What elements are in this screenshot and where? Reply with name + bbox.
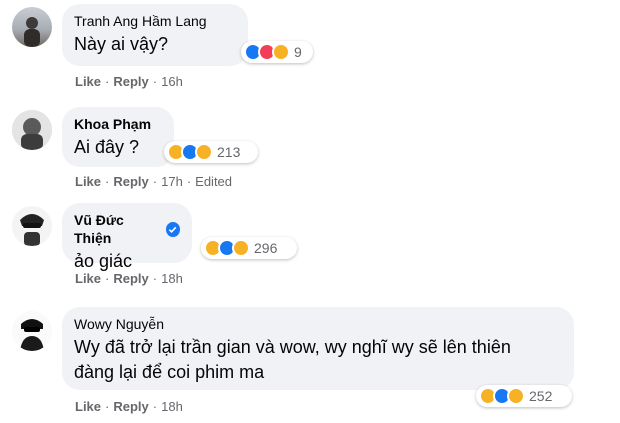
separator: · [152,271,158,286]
comment-actions: Like · Reply · 18h [75,271,183,287]
comment-text: Ai đây ? [74,137,140,157]
avatar-photo-icon [12,110,52,150]
sad-reaction-icon [195,143,213,161]
comment-actions: Like · Reply · 16h [75,74,183,90]
separator: · [105,271,110,286]
reaction-summary[interactable]: 252 [476,385,572,407]
reaction-count: 252 [529,388,553,404]
like-button[interactable]: Like [75,174,101,190]
comment-author[interactable]: Khoa Phạm [74,115,162,133]
like-button[interactable]: Like [75,74,101,90]
comment-time[interactable]: 17h [161,174,183,190]
avatar[interactable] [12,206,52,246]
like-button[interactable]: Like [75,399,101,415]
sad-reaction-icon [507,387,525,405]
reaction-count: 296 [254,240,278,256]
separator: · [152,74,158,89]
separator: · [152,399,158,414]
author-name[interactable]: Wowy Nguyễn [74,315,164,333]
sad-reaction-icon [232,239,250,257]
comment-actions: Like · Reply · 18h [75,399,183,415]
reaction-summary[interactable]: 296 [201,237,297,259]
comment-bubble: Wowy Nguyễn Wy đã trở lại trần gian và w… [62,307,574,390]
reaction-summary[interactable]: 9 [241,41,313,63]
reply-button[interactable]: Reply [113,74,148,90]
like-button[interactable]: Like [75,271,101,287]
author-name[interactable]: Khoa Phạm [74,115,151,133]
separator: · [186,174,192,189]
reaction-count: 213 [217,144,241,160]
reply-button[interactable]: Reply [113,399,148,415]
comment-time[interactable]: 18h [161,399,183,415]
avatar[interactable] [12,311,52,351]
reaction-count: 9 [294,44,302,60]
comment-time[interactable]: 18h [161,271,183,287]
comment-bubble: Tranh Ang Hầm Lang Này ai vậy? [62,4,248,66]
separator: · [105,399,110,414]
author-name[interactable]: Tranh Ang Hầm Lang [74,12,207,30]
reply-button[interactable]: Reply [113,174,148,190]
avatar[interactable] [12,7,52,47]
separator: · [105,174,110,189]
comment-author[interactable]: Tranh Ang Hầm Lang [74,12,236,30]
haha-reaction-icon [272,43,290,61]
verified-badge-icon [165,221,180,237]
comment-time[interactable]: 16h [161,74,183,90]
comment-bubble: Vũ Đức Thiện ảo giác [62,203,192,271]
reaction-summary[interactable]: 213 [164,141,258,163]
avatar-photo-icon [24,17,40,47]
author-name[interactable]: Vũ Đức Thiện [74,211,161,247]
edited-label[interactable]: Edited [195,174,232,190]
comment-text: Này ai vậy? [74,34,169,54]
comment-actions: Like · Reply · 17h · Edited [75,174,232,190]
separator: · [152,174,158,189]
avatar-photo-icon [12,311,52,351]
avatar-photo-icon [12,206,52,246]
reply-button[interactable]: Reply [113,271,148,287]
comment-author[interactable]: Wowy Nguyễn [74,315,562,333]
comment-bubble: Khoa Phạm Ai đây ? [62,107,174,167]
avatar[interactable] [12,110,52,150]
separator: · [105,74,110,89]
comment-author[interactable]: Vũ Đức Thiện [74,211,180,247]
comment-text: Wy đã trở lại trần gian và wow, wy nghĩ … [74,337,511,382]
